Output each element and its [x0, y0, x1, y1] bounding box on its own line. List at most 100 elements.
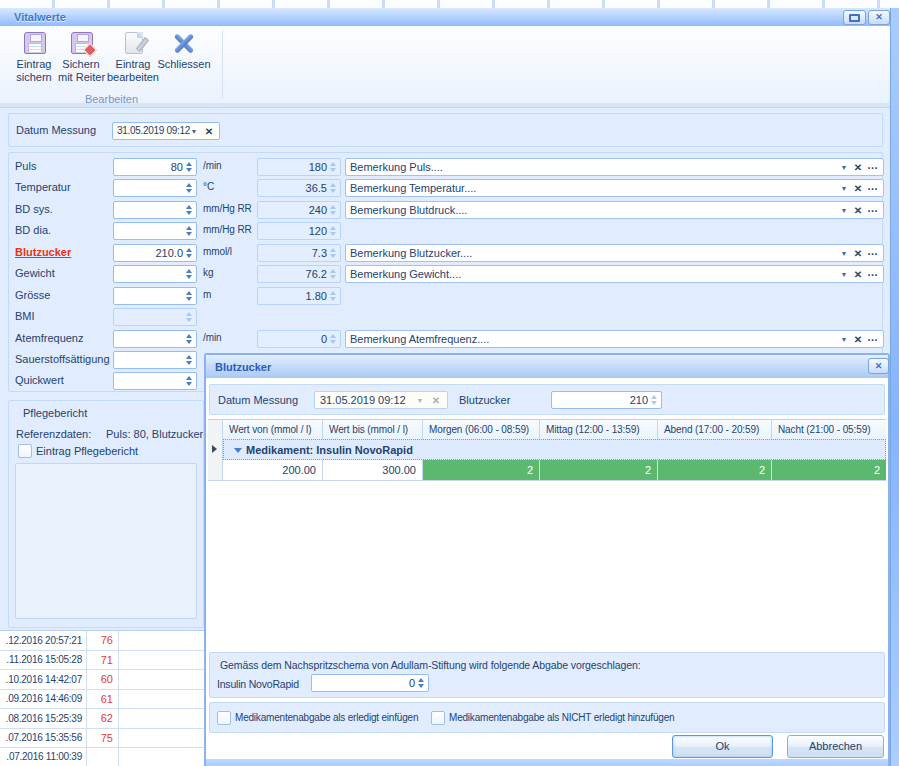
maximize-button[interactable]: [843, 10, 866, 25]
dropdown-icon[interactable]: ▼: [839, 246, 849, 260]
cell-nacht[interactable]: 2: [772, 460, 886, 480]
pflegebericht-group: Pflegebericht Referenzdaten: Puls: 80, B…: [8, 400, 204, 628]
history-row[interactable]: .07.2016 15:35:5675: [0, 729, 204, 748]
dropdown-icon[interactable]: ▼: [839, 203, 849, 217]
gewicht-remark-combo[interactable]: Bemerkung Gewicht....▼✕…: [345, 265, 884, 283]
blutzucker-input[interactable]: 210.0: [113, 244, 197, 262]
gewicht-input[interactable]: [113, 265, 197, 283]
row-label: Blutzucker: [15, 246, 71, 258]
spinner[interactable]: [185, 268, 194, 280]
row-selector-cell: [208, 439, 223, 460]
dialog-blutzucker-editor[interactable]: 210: [551, 391, 662, 409]
more-icon[interactable]: …: [866, 181, 880, 195]
bd-sys-input[interactable]: [113, 201, 197, 219]
col-header-abend[interactable]: Abend (17:00 - 20:59): [658, 420, 772, 439]
puls-input[interactable]: 80: [113, 158, 197, 176]
erledigt-checkbox[interactable]: [217, 711, 231, 725]
history-row[interactable]: .10.2016 14:42:0760: [0, 670, 204, 690]
ribbon-button-sichern-mit-reiter[interactable]: Sichernmit Reiter: [58, 30, 104, 96]
clear-icon[interactable]: ✕: [852, 246, 864, 260]
history-value: 75: [86, 729, 113, 747]
dropdown-icon[interactable]: ▼: [839, 332, 849, 346]
col-header-mittag[interactable]: Mittag (12:00 - 13:59): [540, 420, 658, 439]
nicht-erledigt-checkbox[interactable]: [431, 711, 445, 725]
clear-icon[interactable]: ✕: [852, 332, 864, 346]
history-row[interactable]: .12.2016 20:57:2176: [0, 631, 204, 651]
datum-dropdown-icon[interactable]: ▼: [189, 124, 199, 138]
ribbon-label: sichern: [13, 71, 55, 84]
ok-button[interactable]: Ok: [672, 735, 773, 758]
cell-wert-von[interactable]: 200.00: [223, 460, 323, 480]
ribbon-group-separator: [222, 30, 223, 98]
spinner[interactable]: [185, 290, 194, 302]
bd-dia-input[interactable]: [113, 222, 197, 240]
blutzucker-remark-combo[interactable]: Bemerkung Blutzucker....▼✕…: [345, 244, 884, 262]
clear-icon[interactable]: ✕: [852, 160, 864, 174]
table-group-row[interactable]: Medikament: Insulin NovoRapid: [208, 439, 886, 460]
datum-value: 31.05.2019 09:12: [117, 124, 190, 138]
abbrechen-button[interactable]: Abbrechen: [787, 735, 884, 758]
spinner[interactable]: [185, 354, 194, 366]
spinner[interactable]: [185, 225, 194, 237]
dropdown-icon[interactable]: ▼: [839, 160, 849, 174]
col-header-nacht[interactable]: Nacht (21:00 - 05:59): [772, 420, 886, 439]
spinner[interactable]: [650, 394, 659, 406]
dialog-close-button[interactable]: ✕: [868, 358, 889, 374]
temperatur-remark-combo[interactable]: Bemerkung Temperatur....▼✕…: [345, 179, 884, 197]
quickwert-input[interactable]: [113, 372, 197, 390]
dropdown-icon[interactable]: ▼: [839, 267, 849, 281]
groesse-input[interactable]: [113, 287, 197, 305]
history-row[interactable]: .08.2016 15:25:3962: [0, 709, 204, 729]
history-date: .09.2016 14:46:09: [6, 690, 82, 708]
blutzucker-ref: 7.3: [257, 244, 341, 262]
more-icon[interactable]: …: [866, 332, 880, 346]
clear-icon[interactable]: ✕: [852, 267, 864, 281]
temperatur-input[interactable]: [113, 179, 197, 197]
ribbon-button-eintrag-bearbeiten[interactable]: Eintragbearbeiten: [102, 30, 164, 96]
medication-input[interactable]: 0: [311, 674, 429, 692]
col-header-morgen[interactable]: Morgen (06:00 - 08:59): [423, 420, 540, 439]
form-row-bmi: BMI: [0, 308, 891, 326]
row-label: Gewicht: [15, 267, 55, 279]
clear-icon[interactable]: ✕: [852, 203, 864, 217]
col-header-wert-bis[interactable]: Wert bis (mmol / l): [323, 420, 423, 439]
table-data-row[interactable]: 200.00 300.00 2 2 2 2: [208, 460, 886, 481]
dropdown-icon[interactable]: ▼: [839, 181, 849, 195]
spinner[interactable]: [185, 247, 194, 259]
clear-icon[interactable]: ✕: [852, 181, 864, 195]
pflegebericht-checkbox[interactable]: [18, 444, 32, 458]
col-header-wert-von[interactable]: Wert von (mmol / l): [223, 420, 323, 439]
ribbon-button-eintrag-sichern[interactable]: Eintragsichern: [13, 30, 55, 96]
cell-wert-bis[interactable]: 300.00: [323, 460, 423, 480]
history-row[interactable]: .07.2016 11:00:39: [0, 748, 204, 766]
spinner[interactable]: [185, 161, 194, 173]
more-icon[interactable]: …: [866, 203, 880, 217]
collapse-icon[interactable]: [234, 448, 242, 453]
puls-remark-combo[interactable]: Bemerkung Puls....▼✕…: [345, 158, 884, 176]
spinner[interactable]: [185, 333, 194, 345]
history-row[interactable]: .11.2016 15:05:2871: [0, 651, 204, 670]
atemfrequenz-input[interactable]: [113, 330, 197, 348]
group-cell[interactable]: Medikament: Insulin NovoRapid: [223, 439, 886, 460]
spinner[interactable]: [417, 677, 426, 689]
ribbon-button-schliessen[interactable]: Schliessen: [156, 30, 212, 96]
blutdruck-remark-combo[interactable]: Bemerkung Blutdruck....▼✕…: [345, 201, 884, 219]
more-icon[interactable]: …: [866, 246, 880, 260]
cell-abend[interactable]: 2: [658, 460, 772, 480]
sauerstoffsaettigung-input[interactable]: [113, 351, 197, 369]
nicht-erledigt-checkbox-label: Medikamentenabgabe als NICHT erledigt hi…: [449, 711, 674, 725]
cell-morgen[interactable]: 2: [423, 460, 540, 480]
pflegebericht-memo[interactable]: [15, 463, 197, 619]
datum-clear-icon[interactable]: ✕: [203, 124, 215, 138]
more-icon[interactable]: …: [866, 267, 880, 281]
datum-editor[interactable]: 31.05.2019 09:12 ▼ ✕: [112, 122, 220, 140]
atemfrequenz-remark-combo[interactable]: Bemerkung Atemfrequenz....▼✕…: [345, 330, 884, 348]
history-row[interactable]: .09.2016 14:46:0961: [0, 690, 204, 709]
cell-mittag[interactable]: 2: [540, 460, 658, 480]
spinner[interactable]: [185, 375, 194, 387]
spinner[interactable]: [185, 182, 194, 194]
spinner[interactable]: [185, 204, 194, 216]
row-unit: m: [203, 289, 211, 300]
window-close-button[interactable]: ✕: [868, 10, 890, 25]
more-icon[interactable]: …: [866, 160, 880, 174]
